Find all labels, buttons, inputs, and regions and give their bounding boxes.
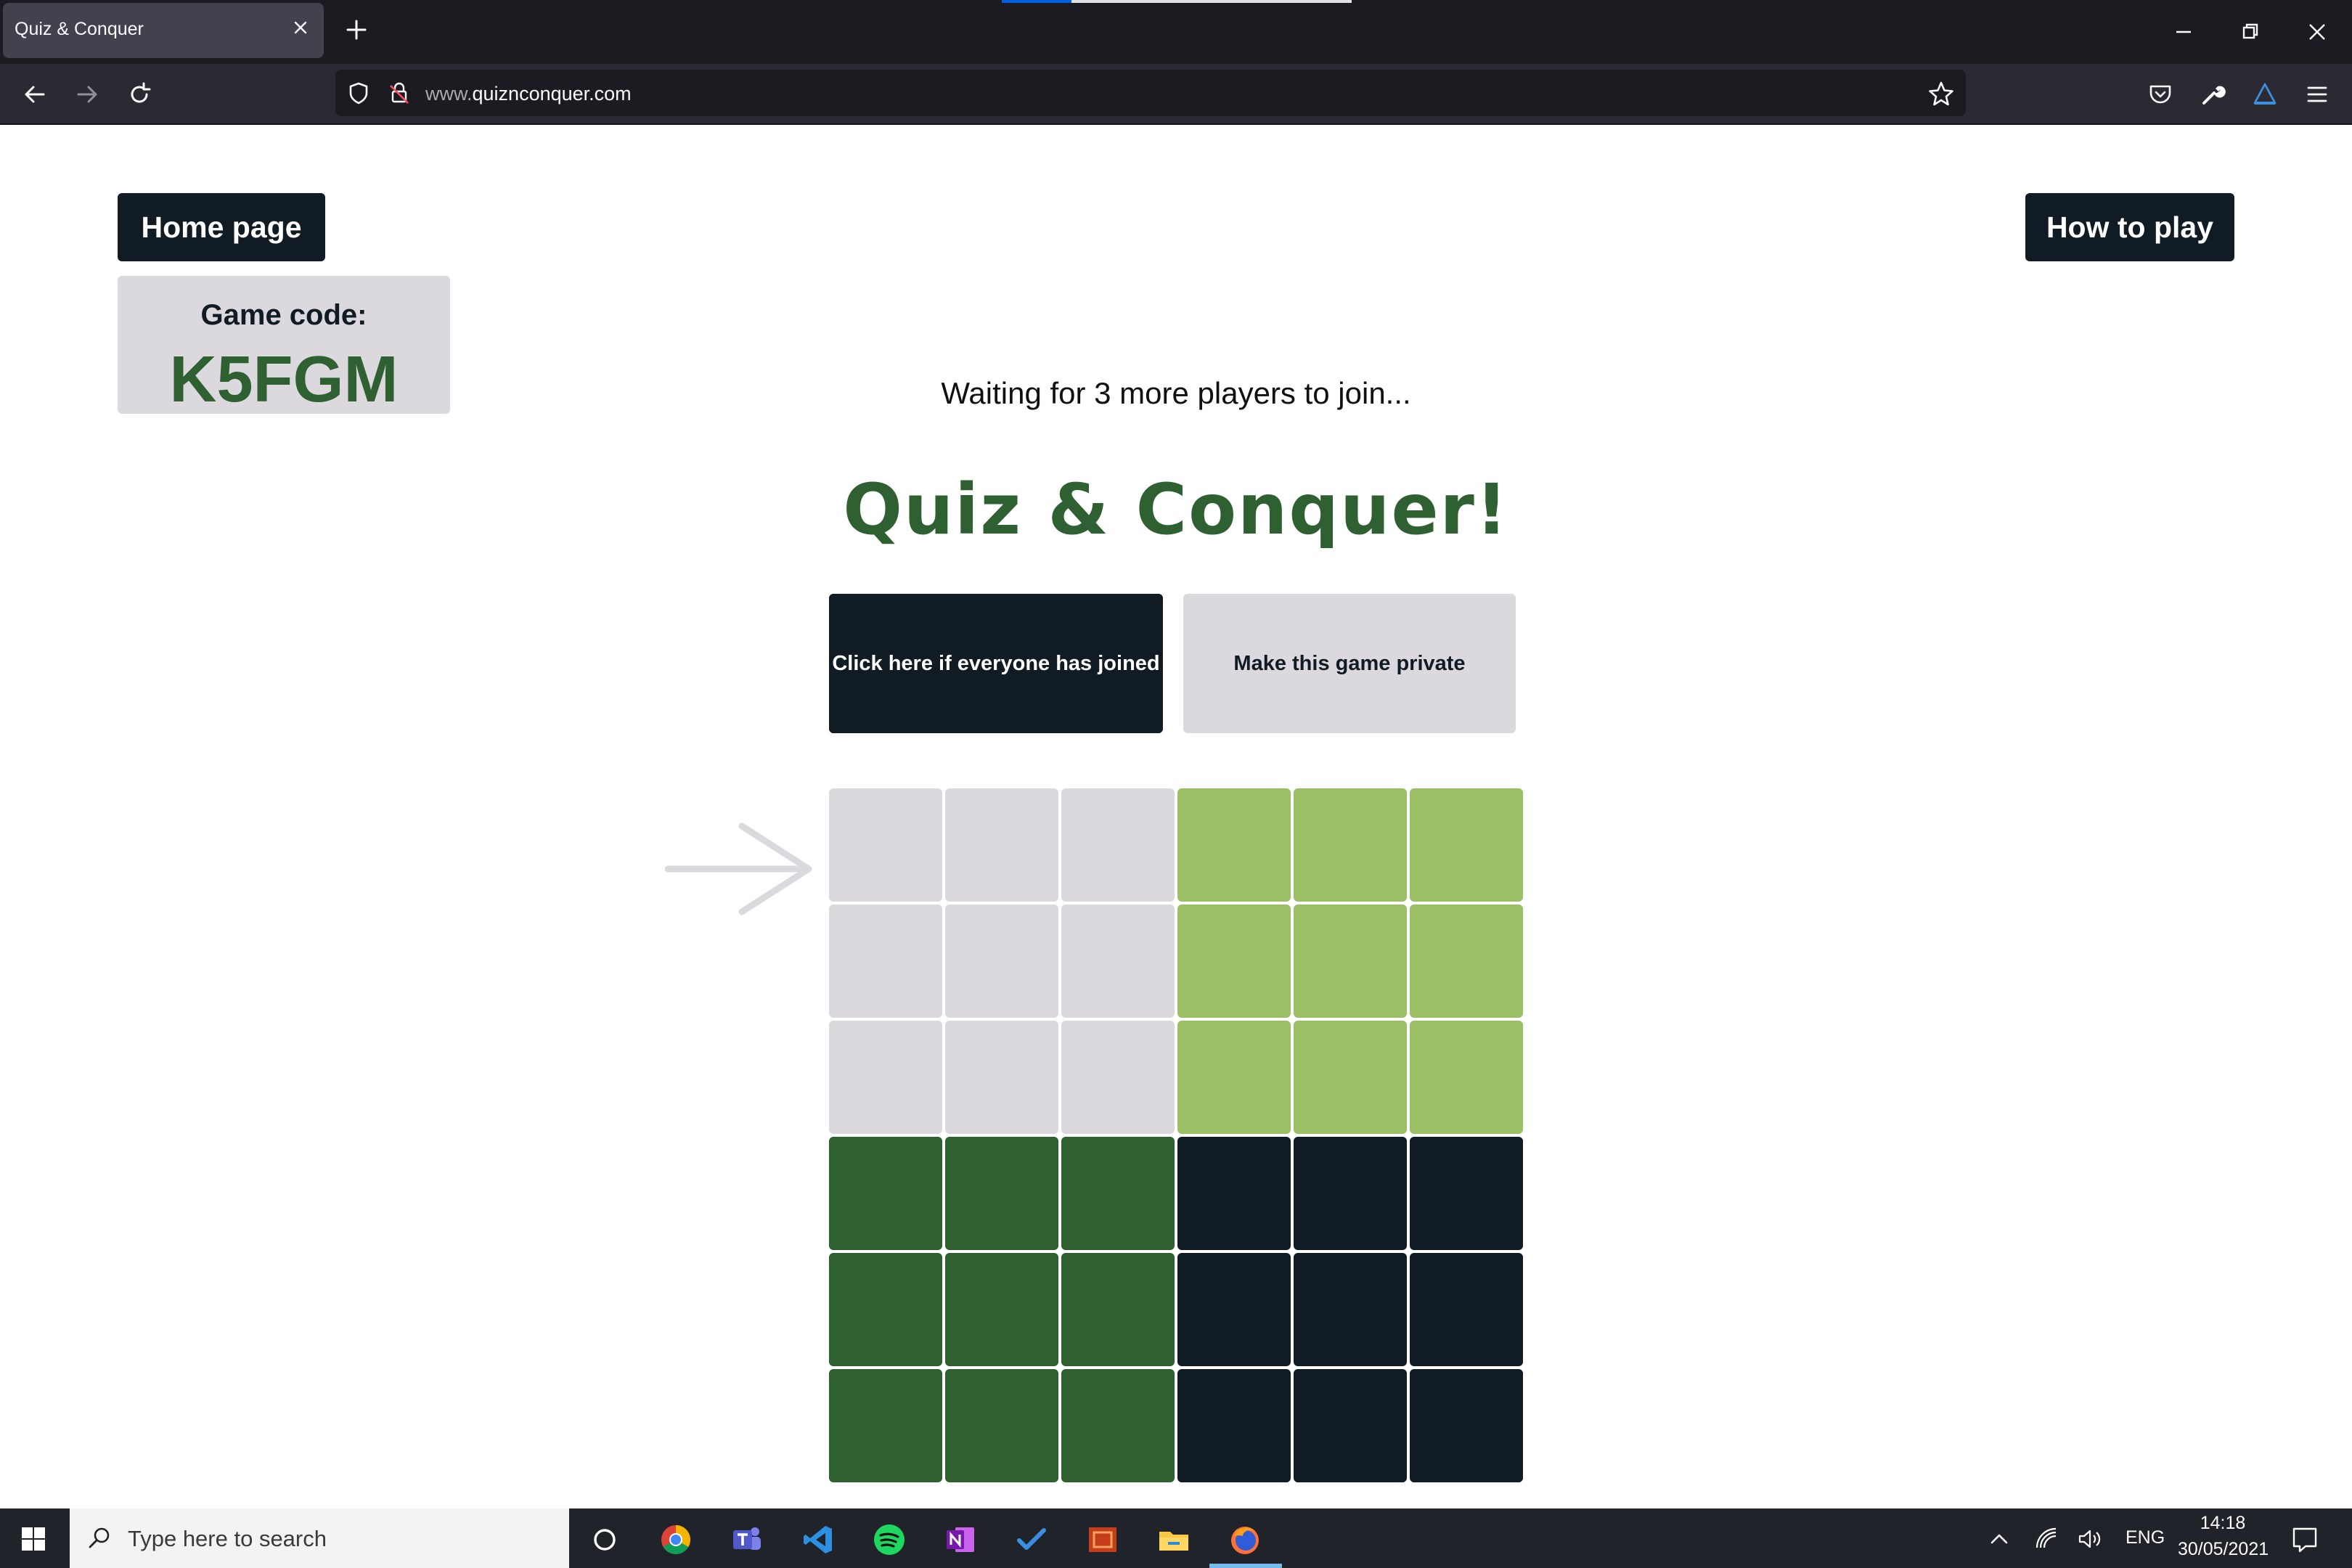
board-cell[interactable] (1177, 1137, 1291, 1250)
url-text[interactable]: www.quiznconquer.com (425, 83, 632, 105)
insecure-lock-icon[interactable] (385, 78, 414, 107)
shield-icon[interactable] (344, 78, 373, 107)
board-cell[interactable] (1410, 1137, 1523, 1250)
board-cell[interactable] (1061, 788, 1175, 902)
board-cell[interactable] (1294, 905, 1407, 1018)
board-cell[interactable] (1061, 1253, 1175, 1366)
cortana-icon[interactable] (587, 1522, 623, 1558)
board-cell[interactable] (1061, 905, 1175, 1018)
bookmark-star-icon[interactable] (1925, 78, 1957, 110)
clock-date[interactable]: 30/05/2021 (2178, 1539, 2269, 1560)
turn-arrow-icon (665, 822, 817, 916)
board-cell[interactable] (1061, 1137, 1175, 1250)
board-cell[interactable] (1177, 1021, 1291, 1134)
minimize-icon[interactable] (2166, 15, 2201, 49)
search-placeholder: Type here to search (128, 1526, 327, 1551)
board-cell[interactable] (829, 1253, 942, 1366)
board-cell[interactable] (1294, 1137, 1407, 1250)
make-private-button[interactable]: Make this game private (1183, 594, 1516, 733)
board-cell[interactable] (1061, 1369, 1175, 1482)
board-cell[interactable] (829, 1369, 942, 1482)
vscode-icon[interactable] (800, 1522, 836, 1558)
chrome-icon[interactable] (658, 1522, 694, 1558)
waiting-status-text: Waiting for 3 more players to join... (941, 376, 1411, 410)
board-cell[interactable] (829, 905, 942, 1018)
board-cell[interactable] (1410, 1021, 1523, 1134)
how-to-play-button[interactable]: How to play (2025, 193, 2234, 261)
board-cell[interactable] (1294, 1369, 1407, 1482)
board-cell[interactable] (945, 1253, 1058, 1366)
page-title: Quiz & Conquer! (843, 469, 1509, 550)
game-board (829, 788, 1523, 1482)
board-cell[interactable] (945, 905, 1058, 1018)
windows-start-icon[interactable] (17, 1523, 49, 1555)
board-cell[interactable] (945, 1369, 1058, 1482)
new-tab-icon[interactable] (344, 17, 369, 42)
board-cell[interactable] (1177, 788, 1291, 902)
extension-triangle-icon[interactable] (2249, 78, 2281, 110)
reload-icon[interactable] (122, 77, 157, 112)
chevron-up-icon[interactable] (1986, 1524, 2012, 1553)
tab-title: Quiz & Conquer (15, 19, 144, 39)
board-cell[interactable] (829, 788, 942, 902)
loading-track (1071, 0, 1352, 3)
close-window-icon[interactable] (2300, 15, 2335, 49)
board-cell[interactable] (1294, 1021, 1407, 1134)
start-game-button[interactable]: Click here if everyone has joined (829, 594, 1163, 733)
board-cell[interactable] (1410, 788, 1523, 902)
volume-icon[interactable] (2076, 1524, 2102, 1553)
todo-icon[interactable] (1013, 1522, 1050, 1558)
notification-icon[interactable] (2288, 1523, 2322, 1556)
teams-icon[interactable] (729, 1522, 765, 1558)
board-cell[interactable] (1294, 788, 1407, 902)
board-cell[interactable] (829, 1021, 942, 1134)
board-cell[interactable] (945, 1137, 1058, 1250)
board-cell[interactable] (945, 1021, 1058, 1134)
home-page-button[interactable]: Home page (118, 193, 325, 261)
hamburger-menu-icon[interactable] (2301, 78, 2333, 110)
forward-icon[interactable] (70, 77, 105, 112)
file-explorer-icon[interactable] (1156, 1522, 1192, 1558)
board-cell[interactable] (1177, 905, 1291, 1018)
search-icon (84, 1523, 115, 1553)
game-code-label: Game code: (200, 299, 367, 331)
url-domain: quiznconquer.com (472, 83, 632, 105)
url-prefix: www. (425, 83, 473, 105)
board-cell[interactable] (1177, 1253, 1291, 1366)
board-cell[interactable] (1294, 1253, 1407, 1366)
onenote-icon[interactable] (942, 1522, 979, 1558)
spotify-icon[interactable] (871, 1522, 907, 1558)
active-app-indicator (1209, 1564, 1282, 1568)
tab-close-icon[interactable] (289, 16, 312, 39)
board-cell[interactable] (1061, 1021, 1175, 1134)
board-cell[interactable] (1410, 1369, 1523, 1482)
board-cell[interactable] (1410, 1253, 1523, 1366)
firefox-icon[interactable] (1227, 1522, 1263, 1558)
game-code-panel: Game code: K5FGM (118, 276, 450, 416)
board-cell[interactable] (1410, 905, 1523, 1018)
board-cell[interactable] (1177, 1369, 1291, 1482)
game-code-value: K5FGM (169, 343, 399, 416)
pocket-icon[interactable] (2144, 78, 2176, 110)
restore-icon[interactable] (2233, 15, 2268, 49)
loading-indicator (1002, 0, 1071, 3)
powerpoint-icon[interactable] (1085, 1522, 1121, 1558)
network-icon[interactable] (2033, 1524, 2059, 1553)
wrench-icon[interactable] (2197, 78, 2229, 110)
back-icon[interactable] (17, 77, 52, 112)
language-indicator[interactable]: ENG (2126, 1527, 2165, 1548)
board-cell[interactable] (829, 1137, 942, 1250)
clock-time[interactable]: 14:18 (2178, 1513, 2268, 1534)
board-cell[interactable] (945, 788, 1058, 902)
